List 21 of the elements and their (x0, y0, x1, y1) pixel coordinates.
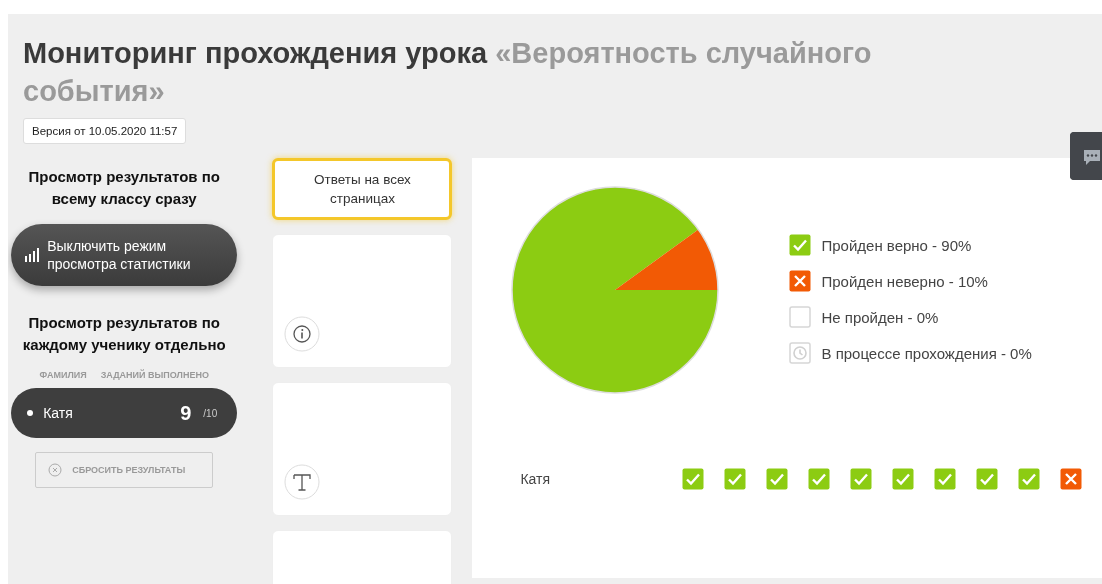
page-title: Мониторинг прохождения урока «Вероятность случайного события» (22, 36, 873, 109)
column-header: ЗАДАНИЙ ВЫПОЛНЕНО (100, 370, 209, 380)
info-icon (284, 316, 321, 352)
column-header: ФАМИЛИЯ (39, 370, 87, 380)
statistics-toggle-button[interactable]: Выключить режим просмотра статистики (11, 224, 238, 286)
student-item[interactable]: Катя 9 /10 (11, 388, 238, 438)
page-thumbnail[interactable] (272, 234, 453, 368)
section-heading: Просмотр результатов по каждому ученику отдельно (21, 313, 227, 355)
legend-label: В процессе прохождения - 0% (821, 344, 1032, 362)
legend-label: Не пройден - 0% (821, 308, 939, 326)
version-label: Версия от 10.05.2020 11:57 (23, 118, 187, 144)
signal-bars-icon (25, 248, 40, 262)
chat-icon[interactable] (1070, 132, 1102, 180)
student-name: Катя (520, 471, 552, 487)
legend-label: Пройден верно - 90% (821, 236, 972, 254)
all-pages-tab[interactable]: Ответы на всех страницах (272, 158, 453, 220)
legend-label: Пройден неверно - 10% (821, 272, 988, 290)
section-heading: Просмотр результатов по всему классу сразу (27, 167, 221, 209)
text-type-icon (284, 464, 321, 500)
page-thumbnail[interactable] (272, 382, 453, 516)
close-circle-icon (48, 463, 63, 477)
